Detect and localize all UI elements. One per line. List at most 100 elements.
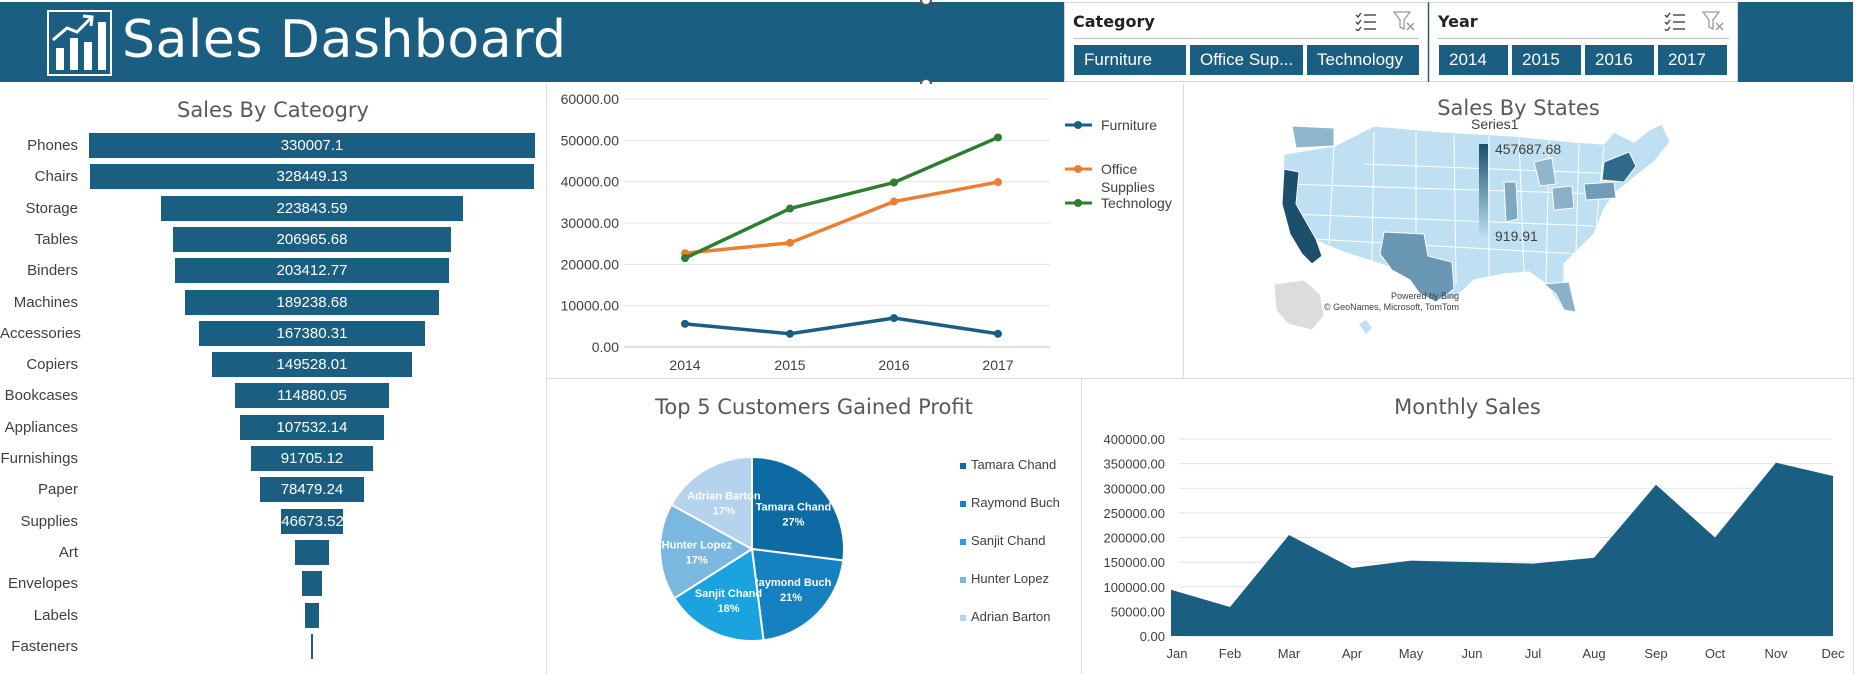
funnel-category-label: Storage: [25, 199, 78, 217]
funnel-bar: 223843.59: [160, 194, 464, 222]
state-hawaii: [1359, 320, 1372, 334]
funnel-bar: 149528.01: [210, 351, 414, 379]
funnel-bar: 91705.12: [249, 445, 375, 472]
x-tick-label: 2016: [878, 357, 909, 373]
y-tick-label: 150000.00: [1104, 555, 1165, 570]
slicer-item-2014[interactable]: 2014: [1439, 45, 1508, 75]
legend-label: Supplies: [1101, 179, 1155, 195]
map-legend-title: Series1: [1471, 116, 1519, 132]
funnel-category-label: Binders: [27, 262, 78, 280]
x-tick-label: 2014: [669, 357, 700, 373]
data-point: [786, 238, 794, 247]
funnel-bar: 78479.24: [258, 476, 366, 504]
map-legend-max: 457687.68: [1495, 141, 1561, 157]
y-tick-label: 40000.00: [561, 174, 620, 190]
funnel-category-label: Art: [58, 543, 78, 561]
slicer-item-furniture[interactable]: Furniture: [1074, 45, 1186, 75]
series-line: [684, 316, 999, 336]
clear-filter-icon[interactable]: [1702, 11, 1724, 31]
data-point: [994, 133, 1002, 142]
funnel-bar: 330007.1: [88, 132, 536, 159]
sales-by-category-title: Sales By Cateogry: [176, 98, 369, 122]
funnel-bar: [303, 601, 321, 629]
series-line: [684, 180, 999, 255]
legend-label: Tamara Chand: [971, 457, 1056, 472]
pie-slice-name: Adrian Barton: [687, 490, 761, 502]
multi-select-icon[interactable]: [1355, 11, 1377, 31]
sales-by-states-panel: Sales By States Series1 457687.68 919.91…: [1184, 84, 1853, 378]
data-point: [786, 204, 794, 213]
state-alaska: [1273, 279, 1325, 331]
x-tick-label: Mar: [1278, 646, 1301, 661]
x-tick-label: 2015: [774, 357, 805, 373]
funnel-category-label: Envelopes: [7, 575, 78, 593]
y-tick-label: 350000.00: [1104, 457, 1165, 472]
page-title: Sales Dashboard: [122, 10, 567, 70]
funnel-bar: 167380.31: [198, 319, 426, 347]
funnel-category-label: Paper: [37, 481, 78, 499]
funnel-category-label: Machines: [13, 293, 78, 311]
sales-by-year-panel: 0.00 10000.00 20000.00 30000.00 40000.00 5000…: [547, 84, 1183, 378]
legend-swatch: [960, 577, 966, 583]
top-customers-panel: Top 5 Customers Gained Profit Tamara Cha…: [547, 379, 1081, 674]
y-tick-label: 20000.00: [561, 256, 620, 272]
funnel-category-label: Appliances: [4, 418, 78, 436]
pie-slice-name: Tamara Chand: [756, 501, 832, 513]
state-washington: [1291, 125, 1335, 149]
legend-swatch: [960, 463, 966, 469]
sales-by-year-line-chart: 0.00 10000.00 20000.00 30000.00 40000.00 5000…: [561, 91, 1172, 373]
legend-label: Sanjit Chand: [971, 533, 1045, 548]
slicer-item-2015[interactable]: 2015: [1512, 45, 1581, 75]
funnel-category-label: Fasteners: [11, 637, 78, 655]
slicer-item-2017[interactable]: 2017: [1658, 45, 1727, 75]
pie-slice-label: 21%: [780, 592, 802, 604]
data-point: [890, 314, 898, 323]
legend-swatch: [960, 539, 966, 545]
x-tick-label: Feb: [1219, 646, 1241, 661]
pie-slice-label: 17%: [686, 555, 708, 567]
funnel-bar: [309, 632, 315, 660]
legend-label: Raymond Buch: [971, 495, 1060, 510]
slicer-separator: [1073, 38, 1419, 39]
legend-label: Hunter Lopez: [971, 571, 1049, 586]
year-slicer: Year 2014 2015 2016 2017: [1429, 2, 1738, 82]
state-illinois: [1503, 181, 1519, 223]
slicer-item-2016[interactable]: 2016: [1585, 45, 1654, 75]
data-point: [890, 178, 898, 187]
data-point: [681, 319, 689, 328]
x-tick-label: Jun: [1462, 646, 1483, 661]
x-tick-label: Apr: [1342, 646, 1363, 661]
y-tick-label: 60000.00: [561, 91, 620, 107]
y-tick-label: 50000.00: [1111, 604, 1165, 619]
data-point: [681, 254, 689, 263]
legend-marker: [1074, 121, 1082, 129]
map-attribution-sources: © GeoNames, Microsoft, TomTom: [1324, 302, 1459, 312]
y-tick-label: 300000.00: [1104, 481, 1165, 496]
monthly-sales-panel: Monthly Sales 0.00 50000.00 100000.00 15000…: [1082, 379, 1853, 674]
slicer-item-technology[interactable]: Technology: [1307, 45, 1419, 75]
funnel-category-label: Copiers: [26, 356, 78, 374]
funnel-bar: 203412.77: [173, 257, 451, 285]
y-tick-label: 50000.00: [561, 132, 620, 148]
data-point: [890, 197, 898, 206]
sales-by-category-panel: Sales By Cateogry Phones 330007.1 Chairs 32…: [0, 84, 546, 674]
funnel-bar: 114880.05: [234, 382, 390, 410]
legend-marker: [1074, 165, 1082, 173]
data-point: [994, 178, 1002, 187]
map-attribution-bing: Powered by Bing: [1391, 291, 1459, 301]
bar-chart-up-icon: [47, 10, 112, 76]
funnel-bar: 46673.52: [280, 507, 344, 535]
state-pennsylvania: [1583, 181, 1617, 201]
multi-select-icon[interactable]: [1664, 11, 1686, 31]
x-tick-label: Nov: [1764, 646, 1788, 661]
y-tick-label: 10000.00: [561, 298, 620, 314]
clear-filter-icon[interactable]: [1393, 11, 1415, 31]
x-tick-label: Oct: [1705, 646, 1726, 661]
funnel-category-label: Tables: [34, 230, 78, 248]
slicer-item-office-supplies[interactable]: Office Sup...: [1190, 45, 1303, 75]
legend-label: Furniture: [1101, 117, 1157, 133]
x-tick-label: Sep: [1644, 646, 1667, 661]
pie-slice-name: Raymond Buch: [751, 577, 832, 589]
year-slicer-title: Year: [1438, 12, 1478, 31]
funnel-bar: [293, 538, 331, 566]
